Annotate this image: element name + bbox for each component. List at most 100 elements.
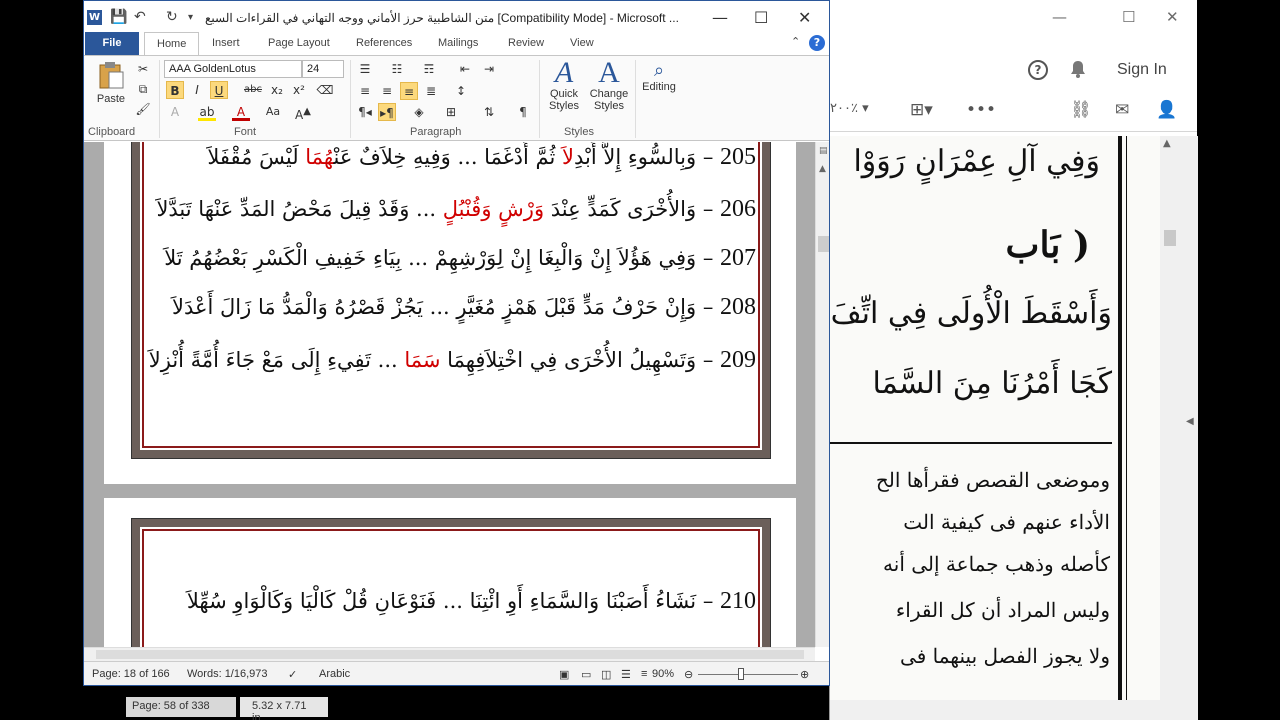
clear-format-icon[interactable]: ⌫ [316, 81, 334, 99]
change-case-icon[interactable]: Aa [264, 103, 282, 121]
rtl-direction-icon[interactable]: ¶◂ [356, 103, 374, 121]
fit-page-icon[interactable]: ⊞▾ [910, 100, 933, 120]
collapse-ribbon-icon[interactable]: ⌃ [791, 35, 800, 48]
web-layout-icon[interactable]: ◫ [601, 668, 611, 681]
ltr-direction-icon[interactable]: ▸¶ [378, 103, 396, 121]
pdf-page: وَفِي آلِ عِمْرَانٍ رَوَوْا ( بَاب وَأَس… [830, 136, 1160, 700]
numbering-icon[interactable]: ☷ [388, 60, 406, 78]
horizontal-scrollbar[interactable] [84, 647, 815, 661]
tab-insert[interactable]: Insert [212, 37, 240, 49]
sort-icon[interactable]: ⇅ [480, 103, 498, 121]
maximize-icon[interactable]: ☐ [1122, 8, 1135, 26]
borders-icon[interactable]: ⊞ [442, 103, 460, 121]
zoom-slider[interactable] [698, 668, 798, 680]
increase-indent-icon[interactable]: ⇥ [480, 60, 498, 78]
paragraph-group-label: Paragraph [410, 126, 462, 138]
strikethrough-button[interactable]: abc [244, 81, 262, 99]
proofing-icon[interactable]: ✓ [288, 668, 297, 681]
mail-icon[interactable]: ✉ [1115, 100, 1129, 120]
language-indicator[interactable]: Arabic [319, 668, 350, 680]
ribbon-home: Paste ✂ ⧉ 🖌 Clipboard AAA GoldenLotus 24… [84, 55, 829, 141]
minimize-icon[interactable]: — [1052, 8, 1067, 26]
verse-highlight: لاَ [562, 145, 575, 169]
full-screen-icon[interactable]: ▭ [581, 668, 591, 681]
save-icon[interactable]: 💾 [110, 9, 127, 25]
print-layout-icon[interactable]: ▣ [559, 668, 569, 681]
scroll-thumb[interactable] [818, 236, 829, 252]
tab-view[interactable]: View [570, 37, 594, 49]
scroll-thumb[interactable] [1164, 230, 1176, 246]
copy-icon[interactable]: ⧉ [134, 80, 152, 98]
tab-file[interactable]: File [85, 32, 139, 55]
pdf-scrollbar[interactable]: ▲ ◀ [1160, 136, 1198, 700]
maximize-icon[interactable]: ☐ [754, 8, 768, 27]
cut-icon[interactable]: ✂ [134, 60, 152, 78]
tab-home[interactable]: Home [144, 32, 200, 56]
zoom-value[interactable]: ٢٠٠٪ ▾ [830, 101, 869, 116]
help-icon[interactable]: ? [809, 35, 825, 51]
link-icon[interactable]: ⛓ [1070, 100, 1092, 120]
ruler-toggle-icon[interactable]: ▤ [819, 146, 828, 156]
close-icon[interactable]: ✕ [1166, 8, 1179, 26]
scroll-thumb[interactable] [96, 650, 804, 659]
multilevel-list-icon[interactable]: ☶ [420, 60, 438, 78]
font-name-combo[interactable]: AAA GoldenLotus [164, 60, 302, 78]
scroll-left-icon[interactable]: ◀ [1186, 416, 1194, 427]
tab-page-layout[interactable]: Page Layout [268, 37, 330, 49]
share-user-icon[interactable]: 👤 [1156, 100, 1177, 120]
bell-icon[interactable] [1070, 60, 1086, 78]
shading-icon[interactable]: ◈ [410, 103, 428, 121]
sign-in-link[interactable]: Sign In [1117, 61, 1167, 79]
italic-button[interactable]: I [188, 81, 206, 99]
font-size-combo[interactable]: 24 [302, 60, 344, 78]
grow-font-icon[interactable]: A▲ [294, 103, 312, 122]
bold-button[interactable]: B [166, 81, 184, 99]
format-painter-icon[interactable]: 🖌 [134, 100, 152, 118]
align-right-icon[interactable]: ≡ [400, 82, 418, 100]
justify-icon[interactable]: ≣ [422, 82, 440, 100]
zoom-level[interactable]: 90% [652, 668, 674, 680]
underline-button[interactable]: U [210, 81, 228, 99]
change-styles-button[interactable]: A Change Styles [587, 58, 631, 113]
page-count[interactable]: Page: 18 of 166 [92, 668, 170, 680]
quick-styles-label: Quick Styles [549, 88, 579, 112]
line-spacing-icon[interactable]: ↕ [452, 82, 470, 100]
tab-mailings[interactable]: Mailings [438, 37, 478, 49]
document-area[interactable]: 205 – وَبِالسُّوءِ إِلاَّ أَبْدِلاَ ثُمَ… [84, 142, 815, 647]
vertical-scrollbar[interactable]: ▤ ▲ [815, 142, 829, 647]
subscript-icon[interactable]: x₂ [268, 81, 286, 99]
word-app-icon[interactable]: W [87, 10, 102, 25]
tab-review[interactable]: Review [508, 37, 544, 49]
text-effects-icon[interactable]: A [166, 103, 184, 121]
align-center-icon[interactable]: ≡ [378, 82, 396, 100]
decrease-indent-icon[interactable]: ⇤ [456, 60, 474, 78]
paste-button[interactable]: Paste [94, 60, 128, 105]
scroll-up-icon[interactable]: ▲ [1163, 138, 1171, 149]
minimize-icon[interactable]: — [712, 8, 728, 27]
bullets-icon[interactable]: ☰ [356, 60, 374, 78]
close-icon[interactable]: ✕ [798, 8, 811, 27]
quick-styles-button[interactable]: A Quick Styles [544, 58, 584, 113]
undo-icon[interactable]: ↶ [134, 9, 146, 25]
align-left-icon[interactable]: ≡ [356, 82, 374, 100]
word-count[interactable]: Words: 1/16,973 [187, 668, 268, 680]
redo-icon[interactable]: ↻ [166, 9, 178, 25]
group-separator [159, 60, 160, 138]
more-icon[interactable]: ••• [966, 100, 996, 120]
help-icon[interactable]: ? [1028, 60, 1048, 80]
outline-icon[interactable]: ☰ [621, 668, 631, 681]
highlight-icon[interactable]: ab [198, 103, 216, 121]
show-marks-button[interactable]: ¶ [514, 103, 532, 121]
zoom-slider-knob[interactable] [738, 668, 744, 680]
customize-qat-icon[interactable]: ▾ [188, 12, 193, 23]
tab-references[interactable]: References [356, 37, 412, 49]
scroll-up-icon[interactable]: ▲ [819, 164, 826, 174]
superscript-icon[interactable]: x² [290, 81, 308, 99]
zoom-in-icon[interactable]: ⊕ [800, 668, 809, 681]
divider [830, 442, 1112, 444]
zoom-out-icon[interactable]: ⊖ [684, 668, 693, 681]
font-color-icon[interactable]: A [232, 103, 250, 121]
verse-line: 206 – وَالأُخْرَى كَمَدٍّ عِنْدَ وَرْشٍ … [156, 196, 756, 222]
editing-button[interactable]: ⌕ Editing [637, 60, 681, 93]
draft-icon[interactable]: ≡ [641, 668, 647, 680]
